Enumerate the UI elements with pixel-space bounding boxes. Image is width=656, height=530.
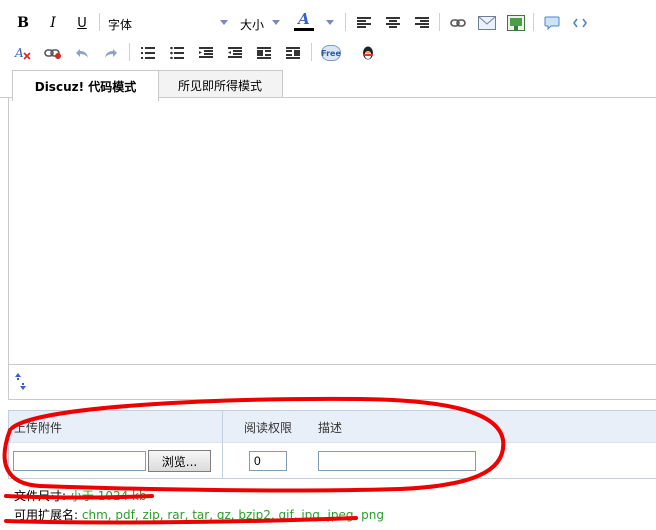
code-icon[interactable]: [569, 12, 591, 34]
editor-footer: [8, 364, 656, 400]
font-color-icon: A: [298, 9, 310, 28]
upload-attachment-header: 上传附件: [14, 421, 63, 435]
qq-penguin-icon[interactable]: [357, 42, 379, 64]
toolbar-separator: [345, 13, 346, 31]
toolbar-separator: [439, 13, 440, 31]
free-tag-icon[interactable]: Free: [320, 42, 342, 64]
toolbar-separator: [311, 43, 312, 61]
unlink-icon[interactable]: [42, 42, 64, 64]
email-icon[interactable]: [476, 12, 498, 34]
toolbar-separator: [129, 43, 130, 61]
align-left-icon[interactable]: [353, 12, 375, 34]
browse-button[interactable]: 浏览...: [148, 450, 211, 472]
unordered-list-icon[interactable]: [166, 42, 188, 64]
bold-button[interactable]: B: [12, 12, 34, 34]
read-permission-input[interactable]: [249, 451, 287, 471]
font-dropdown-label[interactable]: 字体: [108, 16, 132, 33]
link-icon[interactable]: [447, 12, 469, 34]
toolbar-separator: [99, 13, 100, 31]
extensions-label: 可用扩展名:: [14, 508, 79, 522]
float-left-icon[interactable]: [253, 42, 275, 64]
free-badge-label: Free: [321, 45, 341, 61]
remove-format-icon[interactable]: A: [12, 42, 34, 64]
font-color-button[interactable]: A: [293, 10, 315, 32]
font-color-caret-icon[interactable]: [326, 20, 334, 25]
indent-icon[interactable]: [224, 42, 246, 64]
file-path-input[interactable]: [13, 451, 146, 471]
outdent-icon[interactable]: [195, 42, 217, 64]
font-dropdown-caret-icon[interactable]: [220, 20, 228, 25]
file-size-info: 文件尺寸: 小于 1024 kb: [14, 487, 147, 504]
resize-editor-icon[interactable]: [15, 373, 27, 391]
quote-bubble-icon[interactable]: [541, 12, 563, 34]
tab-label: 所见即所得模式: [177, 79, 262, 93]
tab-discuz-code-mode[interactable]: Discuz! 代码模式: [12, 70, 159, 101]
ordered-list-icon[interactable]: [137, 42, 159, 64]
description-header: 描述: [318, 421, 343, 435]
image-icon[interactable]: [505, 12, 527, 34]
tab-label: Discuz! 代码模式: [34, 79, 137, 94]
underline-label: U: [77, 15, 87, 31]
tab-wysiwyg-mode[interactable]: 所见即所得模式: [157, 70, 283, 100]
bold-label: B: [17, 15, 29, 31]
svg-text:A: A: [14, 46, 24, 60]
italic-button[interactable]: I: [42, 12, 64, 34]
file-size-value: 小于 1024 kb: [69, 489, 147, 503]
file-size-label: 文件尺寸:: [14, 489, 67, 503]
italic-label: I: [50, 15, 56, 31]
font-color-swatch: [294, 27, 314, 31]
float-right-icon[interactable]: [282, 42, 304, 64]
allowed-extensions-info: 可用扩展名: chm, pdf, zip, rar, tar, gz, bzip…: [14, 506, 384, 523]
align-center-icon[interactable]: [382, 12, 404, 34]
redo-icon[interactable]: [100, 42, 122, 64]
browse-label: 浏览...: [161, 454, 198, 469]
extensions-value: chm, pdf, zip, rar, tar, gz, bzip2, gif,…: [81, 508, 384, 522]
column-divider: [222, 410, 223, 479]
align-right-icon[interactable]: [411, 12, 433, 34]
message-textarea[interactable]: [8, 98, 656, 365]
undo-icon[interactable]: [71, 42, 93, 64]
underline-button[interactable]: U: [71, 12, 93, 34]
toolbar-separator: [533, 13, 534, 31]
read-permission-header: 阅读权限: [244, 421, 293, 435]
description-input[interactable]: [318, 451, 476, 471]
size-dropdown-caret-icon[interactable]: [272, 20, 280, 25]
size-dropdown-label[interactable]: 大小: [240, 16, 264, 33]
